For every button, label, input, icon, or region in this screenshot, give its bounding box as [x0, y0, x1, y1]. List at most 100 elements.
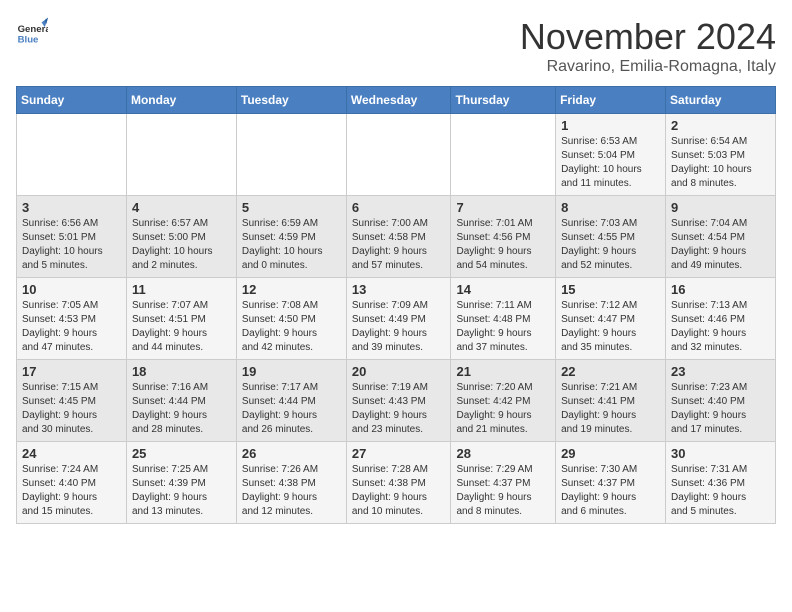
calendar-cell: 23 Sunrise: 7:23 AM Sunset: 4:40 PM Dayli… — [666, 360, 776, 442]
page-header: General Blue November 2024 Ravarino, Emi… — [16, 16, 776, 76]
day-info: Sunrise: 6:53 AM Sunset: 5:04 PM Dayligh… — [561, 135, 660, 191]
calendar-cell: 17 Sunrise: 7:15 AM Sunset: 4:45 PM Dayli… — [17, 360, 127, 442]
day-number: 4 — [132, 200, 231, 215]
calendar-cell: 3 Sunrise: 6:56 AM Sunset: 5:01 PM Daylig… — [17, 196, 127, 278]
calendar-cell — [236, 114, 346, 196]
calendar-cell — [346, 114, 451, 196]
day-info: Sunrise: 7:25 AM Sunset: 4:39 PM Dayligh… — [132, 463, 231, 519]
day-number: 16 — [671, 282, 770, 297]
day-info: Sunrise: 7:00 AM Sunset: 4:58 PM Dayligh… — [352, 217, 446, 273]
day-info: Sunrise: 7:08 AM Sunset: 4:50 PM Dayligh… — [242, 299, 341, 355]
day-number: 26 — [242, 446, 341, 461]
location-subtitle: Ravarino, Emilia-Romagna, Italy — [520, 58, 776, 76]
day-number: 3 — [22, 200, 121, 215]
calendar-cell: 7 Sunrise: 7:01 AM Sunset: 4:56 PM Daylig… — [451, 196, 556, 278]
day-number: 9 — [671, 200, 770, 215]
day-number: 23 — [671, 364, 770, 379]
calendar-week-row: 17 Sunrise: 7:15 AM Sunset: 4:45 PM Dayli… — [17, 360, 776, 442]
day-number: 29 — [561, 446, 660, 461]
day-info: Sunrise: 7:04 AM Sunset: 4:54 PM Dayligh… — [671, 217, 770, 273]
calendar-cell: 21Sunrise: 7:20 AM Sunset: 4:42 PM Dayli… — [451, 360, 556, 442]
calendar-cell: 6Sunrise: 7:00 AM Sunset: 4:58 PM Daylig… — [346, 196, 451, 278]
calendar-week-row: 3 Sunrise: 6:56 AM Sunset: 5:01 PM Daylig… — [17, 196, 776, 278]
svg-text:General: General — [18, 24, 48, 35]
day-info: Sunrise: 6:59 AM Sunset: 4:59 PM Dayligh… — [242, 217, 341, 273]
logo-icon: General Blue — [16, 16, 48, 48]
calendar-table: SundayMondayTuesdayWednesdayThursdayFrid… — [16, 86, 776, 524]
calendar-cell: 5 Sunrise: 6:59 AM Sunset: 4:59 PM Daylig… — [236, 196, 346, 278]
day-info: Sunrise: 7:20 AM Sunset: 4:42 PM Dayligh… — [456, 381, 550, 437]
weekday-header-sunday: Sunday — [17, 87, 127, 114]
day-info: Sunrise: 7:17 AM Sunset: 4:44 PM Dayligh… — [242, 381, 341, 437]
day-info: Sunrise: 7:11 AM Sunset: 4:48 PM Dayligh… — [456, 299, 550, 355]
calendar-cell: 10Sunrise: 7:05 AM Sunset: 4:53 PM Dayli… — [17, 278, 127, 360]
day-number: 8 — [561, 200, 660, 215]
day-info: Sunrise: 7:29 AM Sunset: 4:37 PM Dayligh… — [456, 463, 550, 519]
day-info: Sunrise: 7:01 AM Sunset: 4:56 PM Dayligh… — [456, 217, 550, 273]
weekday-header-tuesday: Tuesday — [236, 87, 346, 114]
day-info: Sunrise: 7:15 AM Sunset: 4:45 PM Dayligh… — [22, 381, 121, 437]
day-number: 1 — [561, 118, 660, 133]
calendar-cell: 1 Sunrise: 6:53 AM Sunset: 5:04 PM Daylig… — [556, 114, 666, 196]
day-number: 17 — [22, 364, 121, 379]
day-number: 2 — [671, 118, 770, 133]
day-info: Sunrise: 6:56 AM Sunset: 5:01 PM Dayligh… — [22, 217, 121, 273]
day-number: 28 — [456, 446, 550, 461]
day-info: Sunrise: 7:16 AM Sunset: 4:44 PM Dayligh… — [132, 381, 231, 437]
logo: General Blue — [16, 16, 48, 48]
title-section: November 2024 Ravarino, Emilia-Romagna, … — [520, 16, 776, 76]
day-number: 30 — [671, 446, 770, 461]
calendar-cell: 27 Sunrise: 7:28 AM Sunset: 4:38 PM Dayli… — [346, 442, 451, 524]
day-number: 22 — [561, 364, 660, 379]
calendar-cell: 9 Sunrise: 7:04 AM Sunset: 4:54 PM Daylig… — [666, 196, 776, 278]
calendar-cell: 8 Sunrise: 7:03 AM Sunset: 4:55 PM Daylig… — [556, 196, 666, 278]
calendar-cell: 2Sunrise: 6:54 AM Sunset: 5:03 PM Daylig… — [666, 114, 776, 196]
calendar-cell: 28 Sunrise: 7:29 AM Sunset: 4:37 PM Dayli… — [451, 442, 556, 524]
weekday-header-row: SundayMondayTuesdayWednesdayThursdayFrid… — [17, 87, 776, 114]
day-info: Sunrise: 7:07 AM Sunset: 4:51 PM Dayligh… — [132, 299, 231, 355]
calendar-cell — [17, 114, 127, 196]
day-info: Sunrise: 7:30 AM Sunset: 4:37 PM Dayligh… — [561, 463, 660, 519]
day-info: Sunrise: 7:03 AM Sunset: 4:55 PM Dayligh… — [561, 217, 660, 273]
calendar-cell — [451, 114, 556, 196]
day-info: Sunrise: 7:23 AM Sunset: 4:40 PM Dayligh… — [671, 381, 770, 437]
calendar-cell: 15 Sunrise: 7:12 AM Sunset: 4:47 PM Dayli… — [556, 278, 666, 360]
calendar-cell: 14Sunrise: 7:11 AM Sunset: 4:48 PM Dayli… — [451, 278, 556, 360]
day-info: Sunrise: 7:26 AM Sunset: 4:38 PM Dayligh… — [242, 463, 341, 519]
calendar-cell: 11 Sunrise: 7:07 AM Sunset: 4:51 PM Dayli… — [126, 278, 236, 360]
calendar-cell: 26 Sunrise: 7:26 AM Sunset: 4:38 PM Dayli… — [236, 442, 346, 524]
day-number: 11 — [132, 282, 231, 297]
calendar-cell: 12Sunrise: 7:08 AM Sunset: 4:50 PM Dayli… — [236, 278, 346, 360]
svg-text:Blue: Blue — [18, 34, 39, 45]
month-title: November 2024 — [520, 16, 776, 58]
day-info: Sunrise: 7:24 AM Sunset: 4:40 PM Dayligh… — [22, 463, 121, 519]
day-info: Sunrise: 7:19 AM Sunset: 4:43 PM Dayligh… — [352, 381, 446, 437]
day-number: 5 — [242, 200, 341, 215]
weekday-header-saturday: Saturday — [666, 87, 776, 114]
day-number: 13 — [352, 282, 446, 297]
calendar-cell: 18 Sunrise: 7:16 AM Sunset: 4:44 PM Dayli… — [126, 360, 236, 442]
day-number: 15 — [561, 282, 660, 297]
day-number: 27 — [352, 446, 446, 461]
calendar-week-row: 24 Sunrise: 7:24 AM Sunset: 4:40 PM Dayli… — [17, 442, 776, 524]
day-info: Sunrise: 7:21 AM Sunset: 4:41 PM Dayligh… — [561, 381, 660, 437]
day-info: Sunrise: 7:05 AM Sunset: 4:53 PM Dayligh… — [22, 299, 121, 355]
calendar-cell: 24 Sunrise: 7:24 AM Sunset: 4:40 PM Dayli… — [17, 442, 127, 524]
day-number: 7 — [456, 200, 550, 215]
weekday-header-wednesday: Wednesday — [346, 87, 451, 114]
day-info: Sunrise: 7:12 AM Sunset: 4:47 PM Dayligh… — [561, 299, 660, 355]
calendar-cell: 13 Sunrise: 7:09 AM Sunset: 4:49 PM Dayli… — [346, 278, 451, 360]
day-number: 18 — [132, 364, 231, 379]
day-info: Sunrise: 7:13 AM Sunset: 4:46 PM Dayligh… — [671, 299, 770, 355]
calendar-cell — [126, 114, 236, 196]
weekday-header-thursday: Thursday — [451, 87, 556, 114]
calendar-cell: 22 Sunrise: 7:21 AM Sunset: 4:41 PM Dayli… — [556, 360, 666, 442]
day-info: Sunrise: 7:28 AM Sunset: 4:38 PM Dayligh… — [352, 463, 446, 519]
calendar-cell: 16 Sunrise: 7:13 AM Sunset: 4:46 PM Dayli… — [666, 278, 776, 360]
day-info: Sunrise: 7:09 AM Sunset: 4:49 PM Dayligh… — [352, 299, 446, 355]
calendar-cell: 20Sunrise: 7:19 AM Sunset: 4:43 PM Dayli… — [346, 360, 451, 442]
weekday-header-friday: Friday — [556, 87, 666, 114]
day-number: 24 — [22, 446, 121, 461]
calendar-cell: 30Sunrise: 7:31 AM Sunset: 4:36 PM Dayli… — [666, 442, 776, 524]
day-info: Sunrise: 6:57 AM Sunset: 5:00 PM Dayligh… — [132, 217, 231, 273]
